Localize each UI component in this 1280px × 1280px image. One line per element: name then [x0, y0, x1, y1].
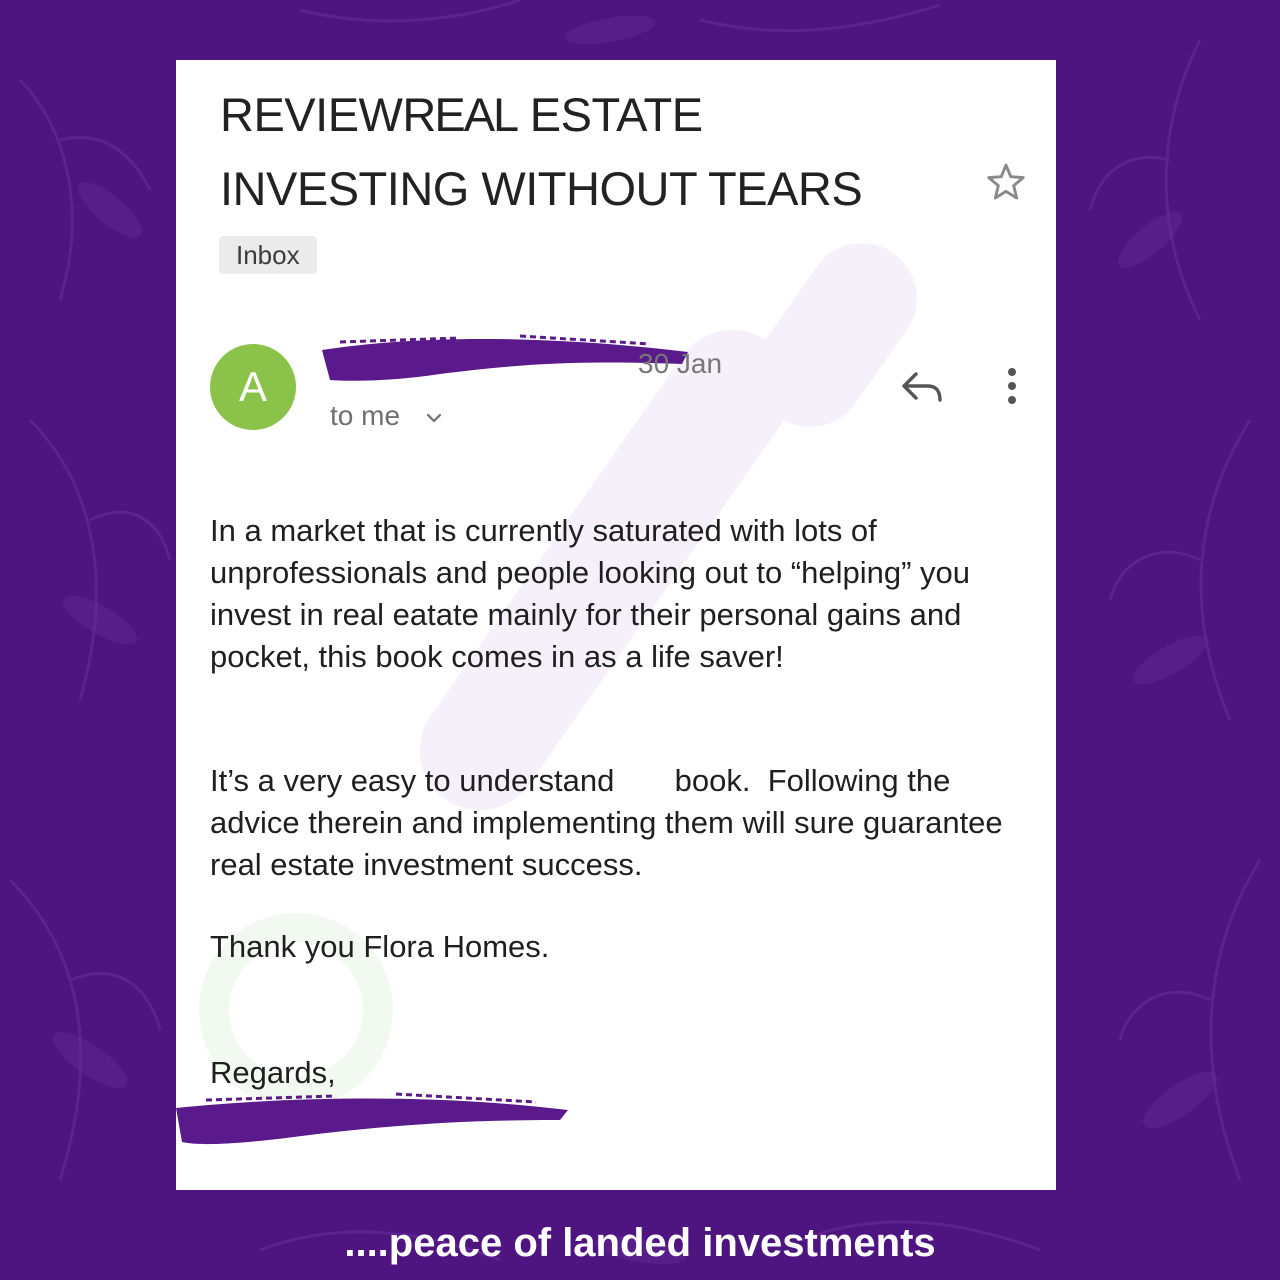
- body-paragraph: In a market that is currently saturated …: [210, 513, 971, 674]
- subject-word-estate: ESTATE: [529, 88, 703, 141]
- more-vert-icon[interactable]: [1002, 366, 1022, 406]
- reply-icon[interactable]: [898, 366, 946, 406]
- email-date: 30 Jan: [638, 348, 723, 379]
- subject-word-real: REAL: [402, 88, 519, 141]
- subject-line-2: INVESTING WITHOUT TEARS: [220, 162, 863, 215]
- chevron-down-icon: [426, 413, 441, 422]
- redaction-mark-signature: [176, 1092, 568, 1145]
- signoff: Regards,: [210, 1055, 336, 1090]
- body-paragraph: It’s a very easy to understand book. Fol…: [210, 763, 1012, 882]
- star-icon[interactable]: [984, 160, 1028, 204]
- footer-tagline: ....peace of landed investments: [344, 1221, 936, 1265]
- avatar[interactable]: A: [210, 344, 296, 430]
- redaction-mark-sender: [322, 334, 688, 381]
- body-paragraph: Thank you Flora Homes.: [210, 929, 550, 964]
- email-subject: REVIEWREAL ESTATE INVESTING WITHOUT TEAR…: [220, 78, 940, 226]
- email-card: REVIEWREAL ESTATE INVESTING WITHOUT TEAR…: [176, 60, 1056, 1190]
- inbox-label[interactable]: Inbox: [219, 236, 317, 274]
- recipient-label: to me: [330, 400, 401, 431]
- subject-word-review: REVIEW: [220, 88, 403, 141]
- recipient-toggle[interactable]: to me: [330, 400, 444, 432]
